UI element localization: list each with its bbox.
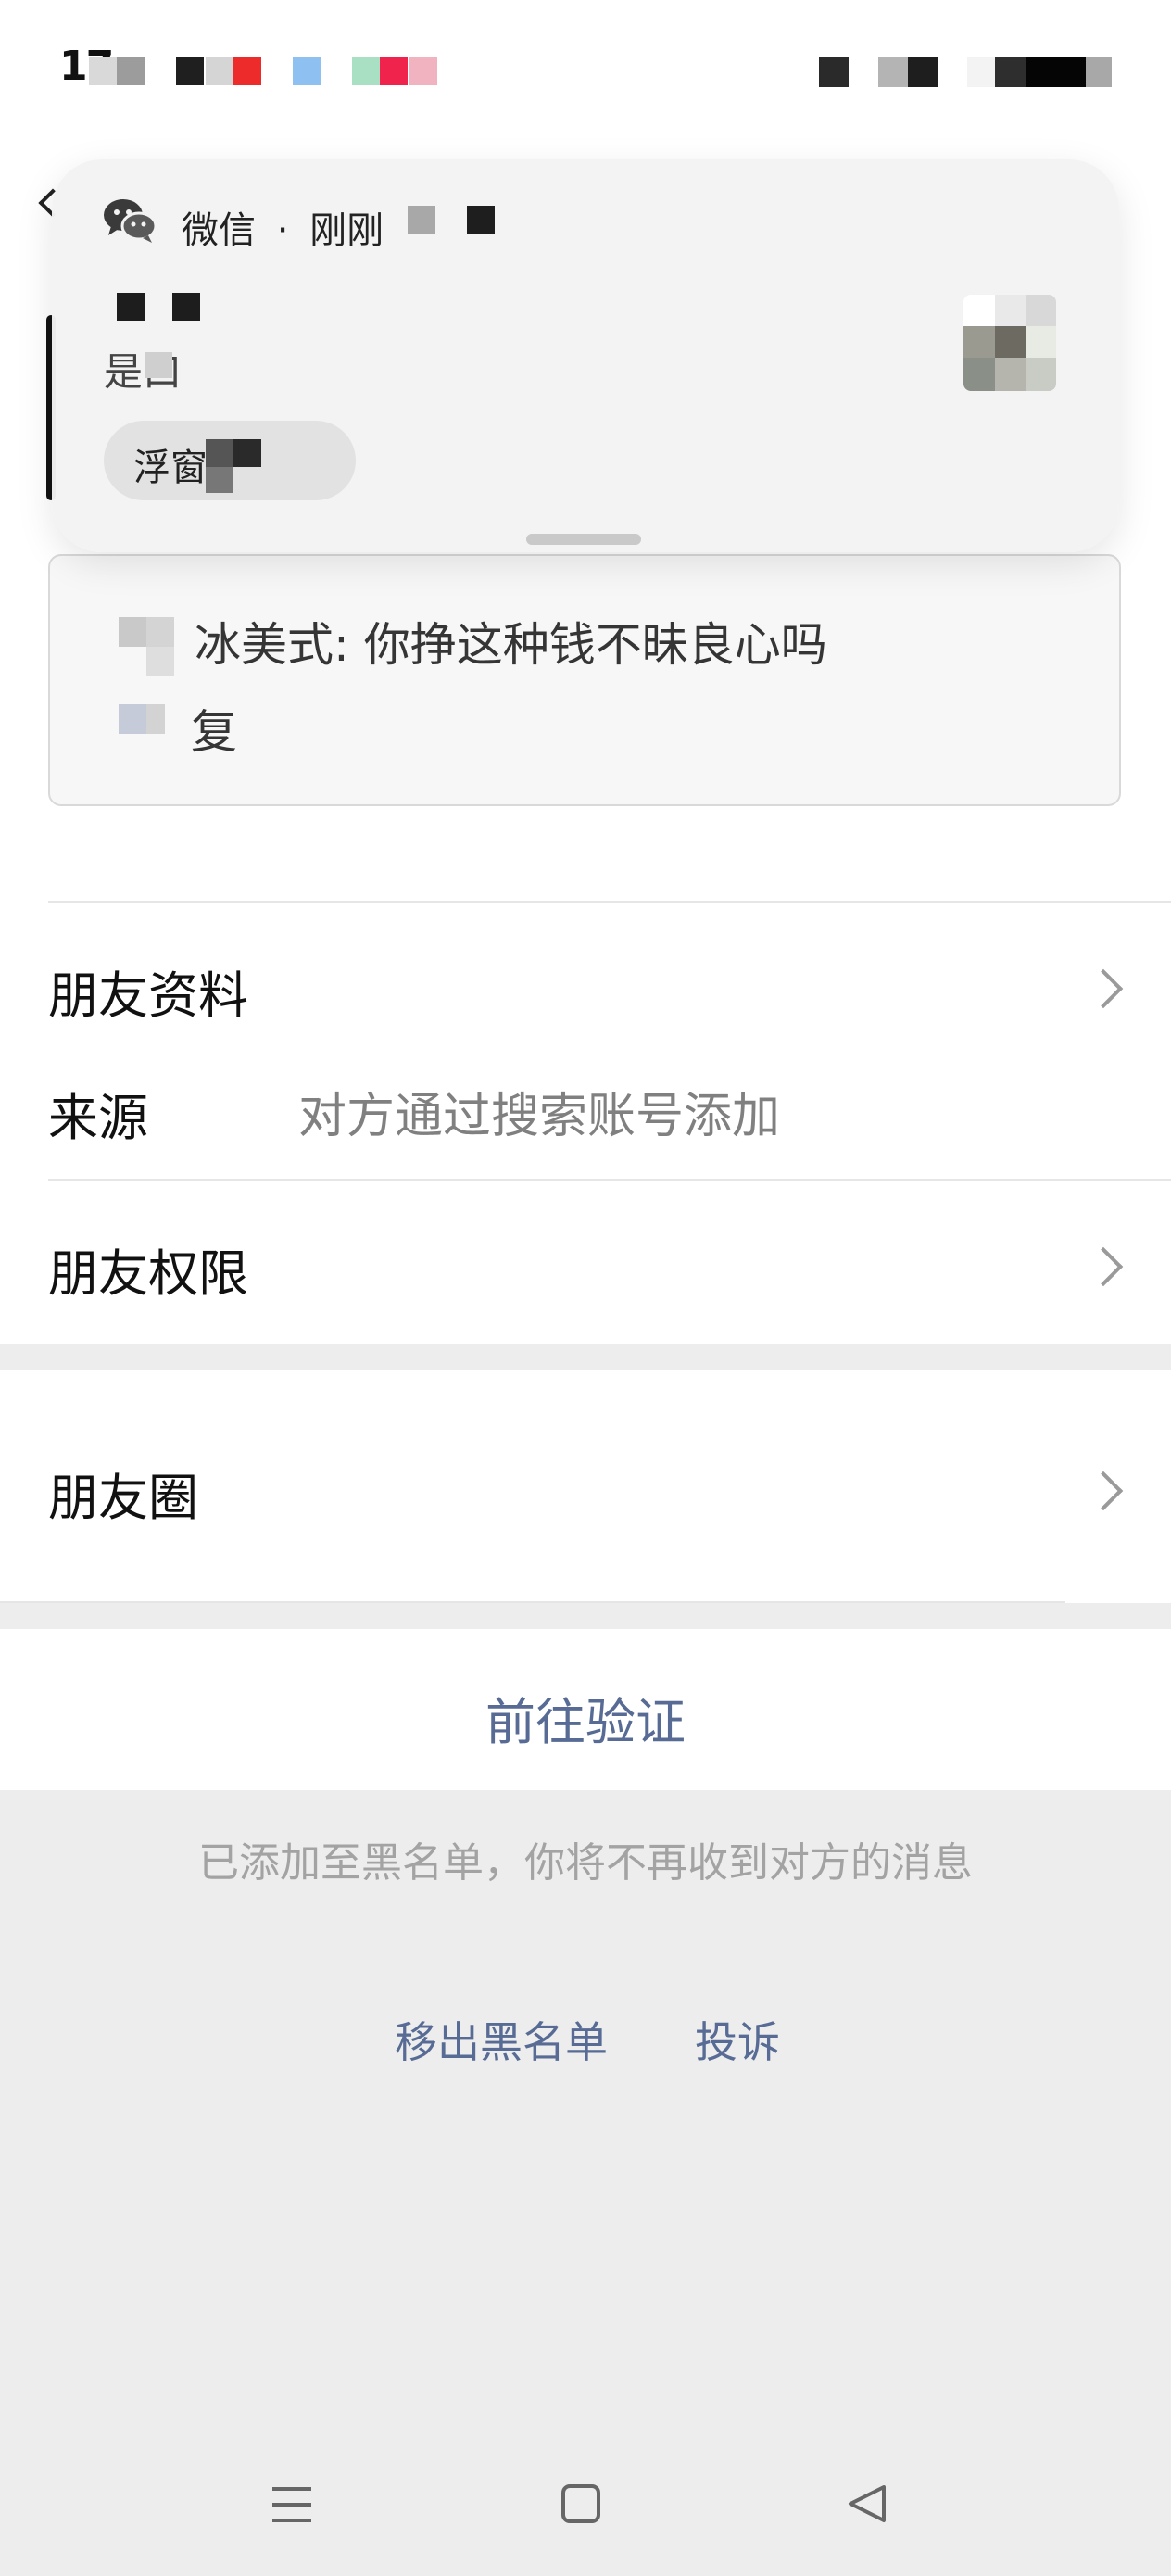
masked-text — [467, 206, 495, 234]
battery-icon — [1086, 57, 1112, 87]
moments-label: 朋友圈 — [48, 1469, 198, 1527]
message-thumbnail — [963, 295, 1056, 391]
back-icon[interactable] — [845, 2481, 889, 2526]
status-icon — [409, 57, 437, 85]
moments-row[interactable]: 朋友圈 — [0, 1370, 1171, 1603]
status-icon — [380, 57, 408, 85]
wifi-icon — [878, 57, 908, 87]
verification-message-box: 冰美式: 你挣这种钱不昧良心吗 复 — [48, 554, 1121, 806]
section-gap — [0, 1603, 1171, 1629]
chevron-right-icon — [1083, 1246, 1124, 1287]
complain-link[interactable]: 投诉 — [695, 2009, 780, 2070]
source-value: 对方通过搜索账号添加 — [298, 1089, 781, 1144]
battery-icon — [995, 57, 1026, 87]
status-icon — [176, 57, 204, 85]
masked-sender — [172, 293, 200, 321]
masked-name — [119, 704, 146, 734]
friend-permissions-label: 朋友权限 — [48, 1244, 248, 1303]
status-icon — [352, 57, 380, 85]
banner-drag-handle[interactable] — [526, 534, 641, 545]
wechat-icon — [104, 199, 157, 243]
masked-name — [146, 617, 174, 647]
section-gap — [0, 1344, 1171, 1370]
friend-permissions-row[interactable]: 朋友权限 — [0, 1181, 1171, 1344]
verification-message-line-2: 复 — [191, 705, 237, 759]
status-bar: 17 — [0, 0, 1171, 139]
status-icon — [117, 57, 145, 85]
masked-text — [145, 352, 172, 378]
status-icon — [233, 57, 261, 85]
status-icon — [206, 57, 233, 85]
masked-name — [146, 647, 174, 676]
notification-separator: · — [276, 209, 289, 252]
notification-app-name: 微信 — [182, 209, 256, 252]
go-verify-label: 前往验证 — [485, 1693, 686, 1751]
menu-icon[interactable] — [269, 2483, 315, 2526]
verification-message-line-1: 冰美式: 你挣这种钱不昧良心吗 — [195, 618, 827, 672]
friend-info-row[interactable]: 朋友资料 — [0, 903, 1171, 1042]
masked-name — [119, 617, 146, 647]
battery-icon — [1026, 57, 1086, 87]
chevron-right-icon — [1083, 1471, 1124, 1511]
remove-from-blacklist-link[interactable]: 移出黑名单 — [395, 2009, 608, 2070]
source-label: 来源 — [48, 1089, 148, 1147]
masked-name — [146, 704, 165, 734]
friend-info-title: 朋友资料 — [48, 966, 248, 1025]
battery-icon — [967, 57, 995, 87]
floating-window-label: 浮窗 — [133, 447, 208, 489]
notification-time: 刚刚 — [309, 209, 384, 252]
masked-text — [206, 467, 233, 493]
masked-sender — [117, 293, 145, 321]
masked-text — [408, 206, 435, 234]
status-icon — [89, 57, 117, 85]
masked-text — [233, 439, 261, 467]
wechat-notification-banner[interactable]: 微信 · 刚刚 是口 浮窗 — [52, 159, 1119, 552]
signal-icon — [819, 57, 849, 87]
wifi-icon — [908, 57, 938, 87]
blacklist-notice: 已添加至黑名单，你将不再收到对方的消息 — [198, 1839, 973, 1887]
go-verify-button[interactable]: 前往验证 — [0, 1629, 1171, 1790]
status-icon — [293, 57, 321, 85]
home-icon[interactable] — [560, 2482, 602, 2525]
chevron-right-icon — [1083, 968, 1124, 1009]
masked-text — [206, 439, 233, 467]
